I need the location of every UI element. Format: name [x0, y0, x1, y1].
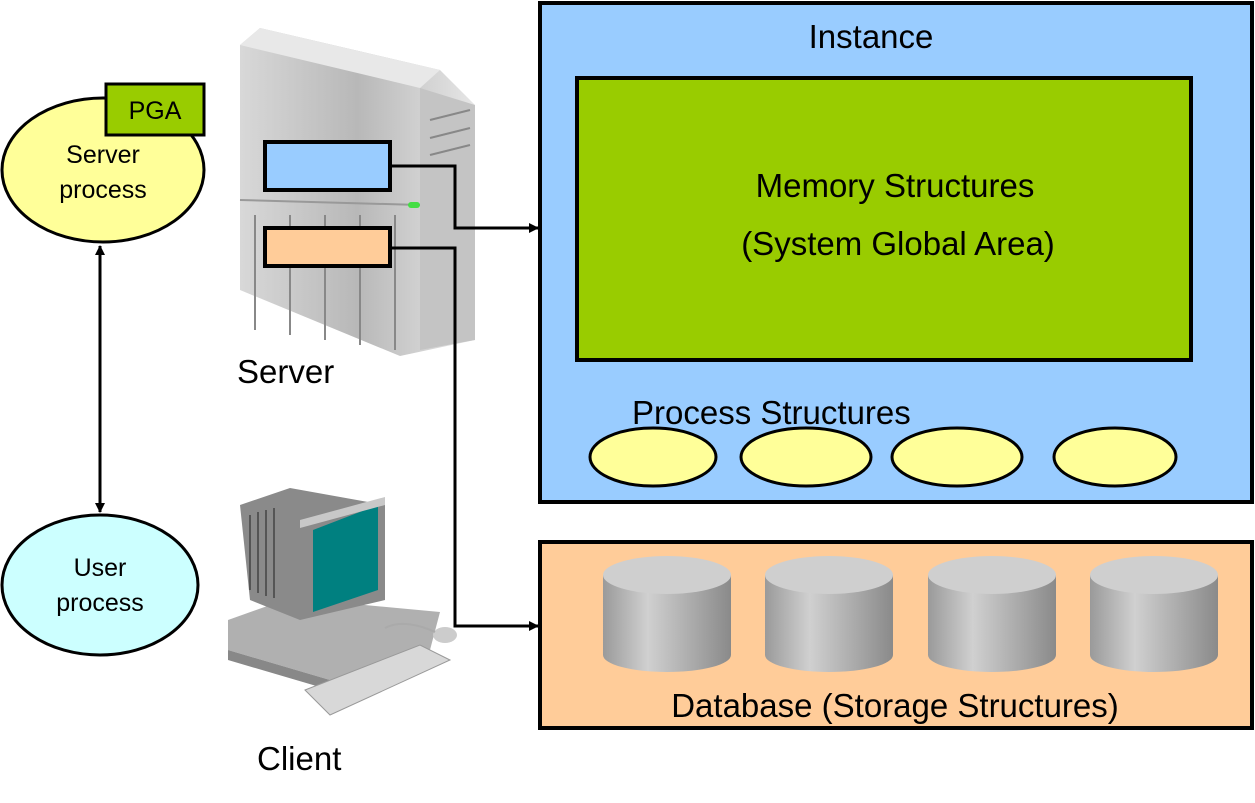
- background-process: [1052, 426, 1178, 488]
- database-link-box: [263, 226, 392, 268]
- database-box: Database (Storage Structures): [538, 540, 1254, 730]
- sga-label: (System Global Area): [741, 225, 1055, 262]
- instance-title: Instance: [809, 18, 934, 55]
- user-process-label-2: process: [56, 589, 144, 617]
- datafile-cylinder-icon: [765, 556, 893, 672]
- background-process: [739, 426, 873, 488]
- client-label: Client: [257, 740, 341, 777]
- server-process: Server process PGA: [0, 82, 206, 244]
- datafile-cylinder-icon: [1090, 556, 1218, 672]
- background-process: [588, 426, 718, 488]
- datafile-cylinder-icon: [928, 556, 1056, 672]
- server-process-label: Server: [66, 141, 140, 169]
- pga-label: PGA: [129, 97, 182, 125]
- user-process: User process: [0, 513, 200, 657]
- oracle-architecture-diagram: Server process PGA User process Server C…: [0, 1, 1254, 777]
- server-label: Server: [237, 353, 334, 390]
- datafile-cylinder-icon: [603, 556, 731, 672]
- server-process-label-2: process: [59, 176, 147, 204]
- database-label: Database (Storage Structures): [671, 687, 1119, 724]
- instance-box: Instance Memory Structures (System Globa…: [538, 1, 1254, 504]
- process-structures-label: Process Structures: [632, 394, 911, 431]
- desktop-computer-icon: [228, 488, 457, 716]
- instance-link-box: [263, 140, 392, 192]
- memory-structures-label: Memory Structures: [756, 167, 1035, 204]
- background-process: [890, 426, 1024, 488]
- sga-box: [575, 76, 1193, 362]
- user-process-label: User: [74, 554, 127, 582]
